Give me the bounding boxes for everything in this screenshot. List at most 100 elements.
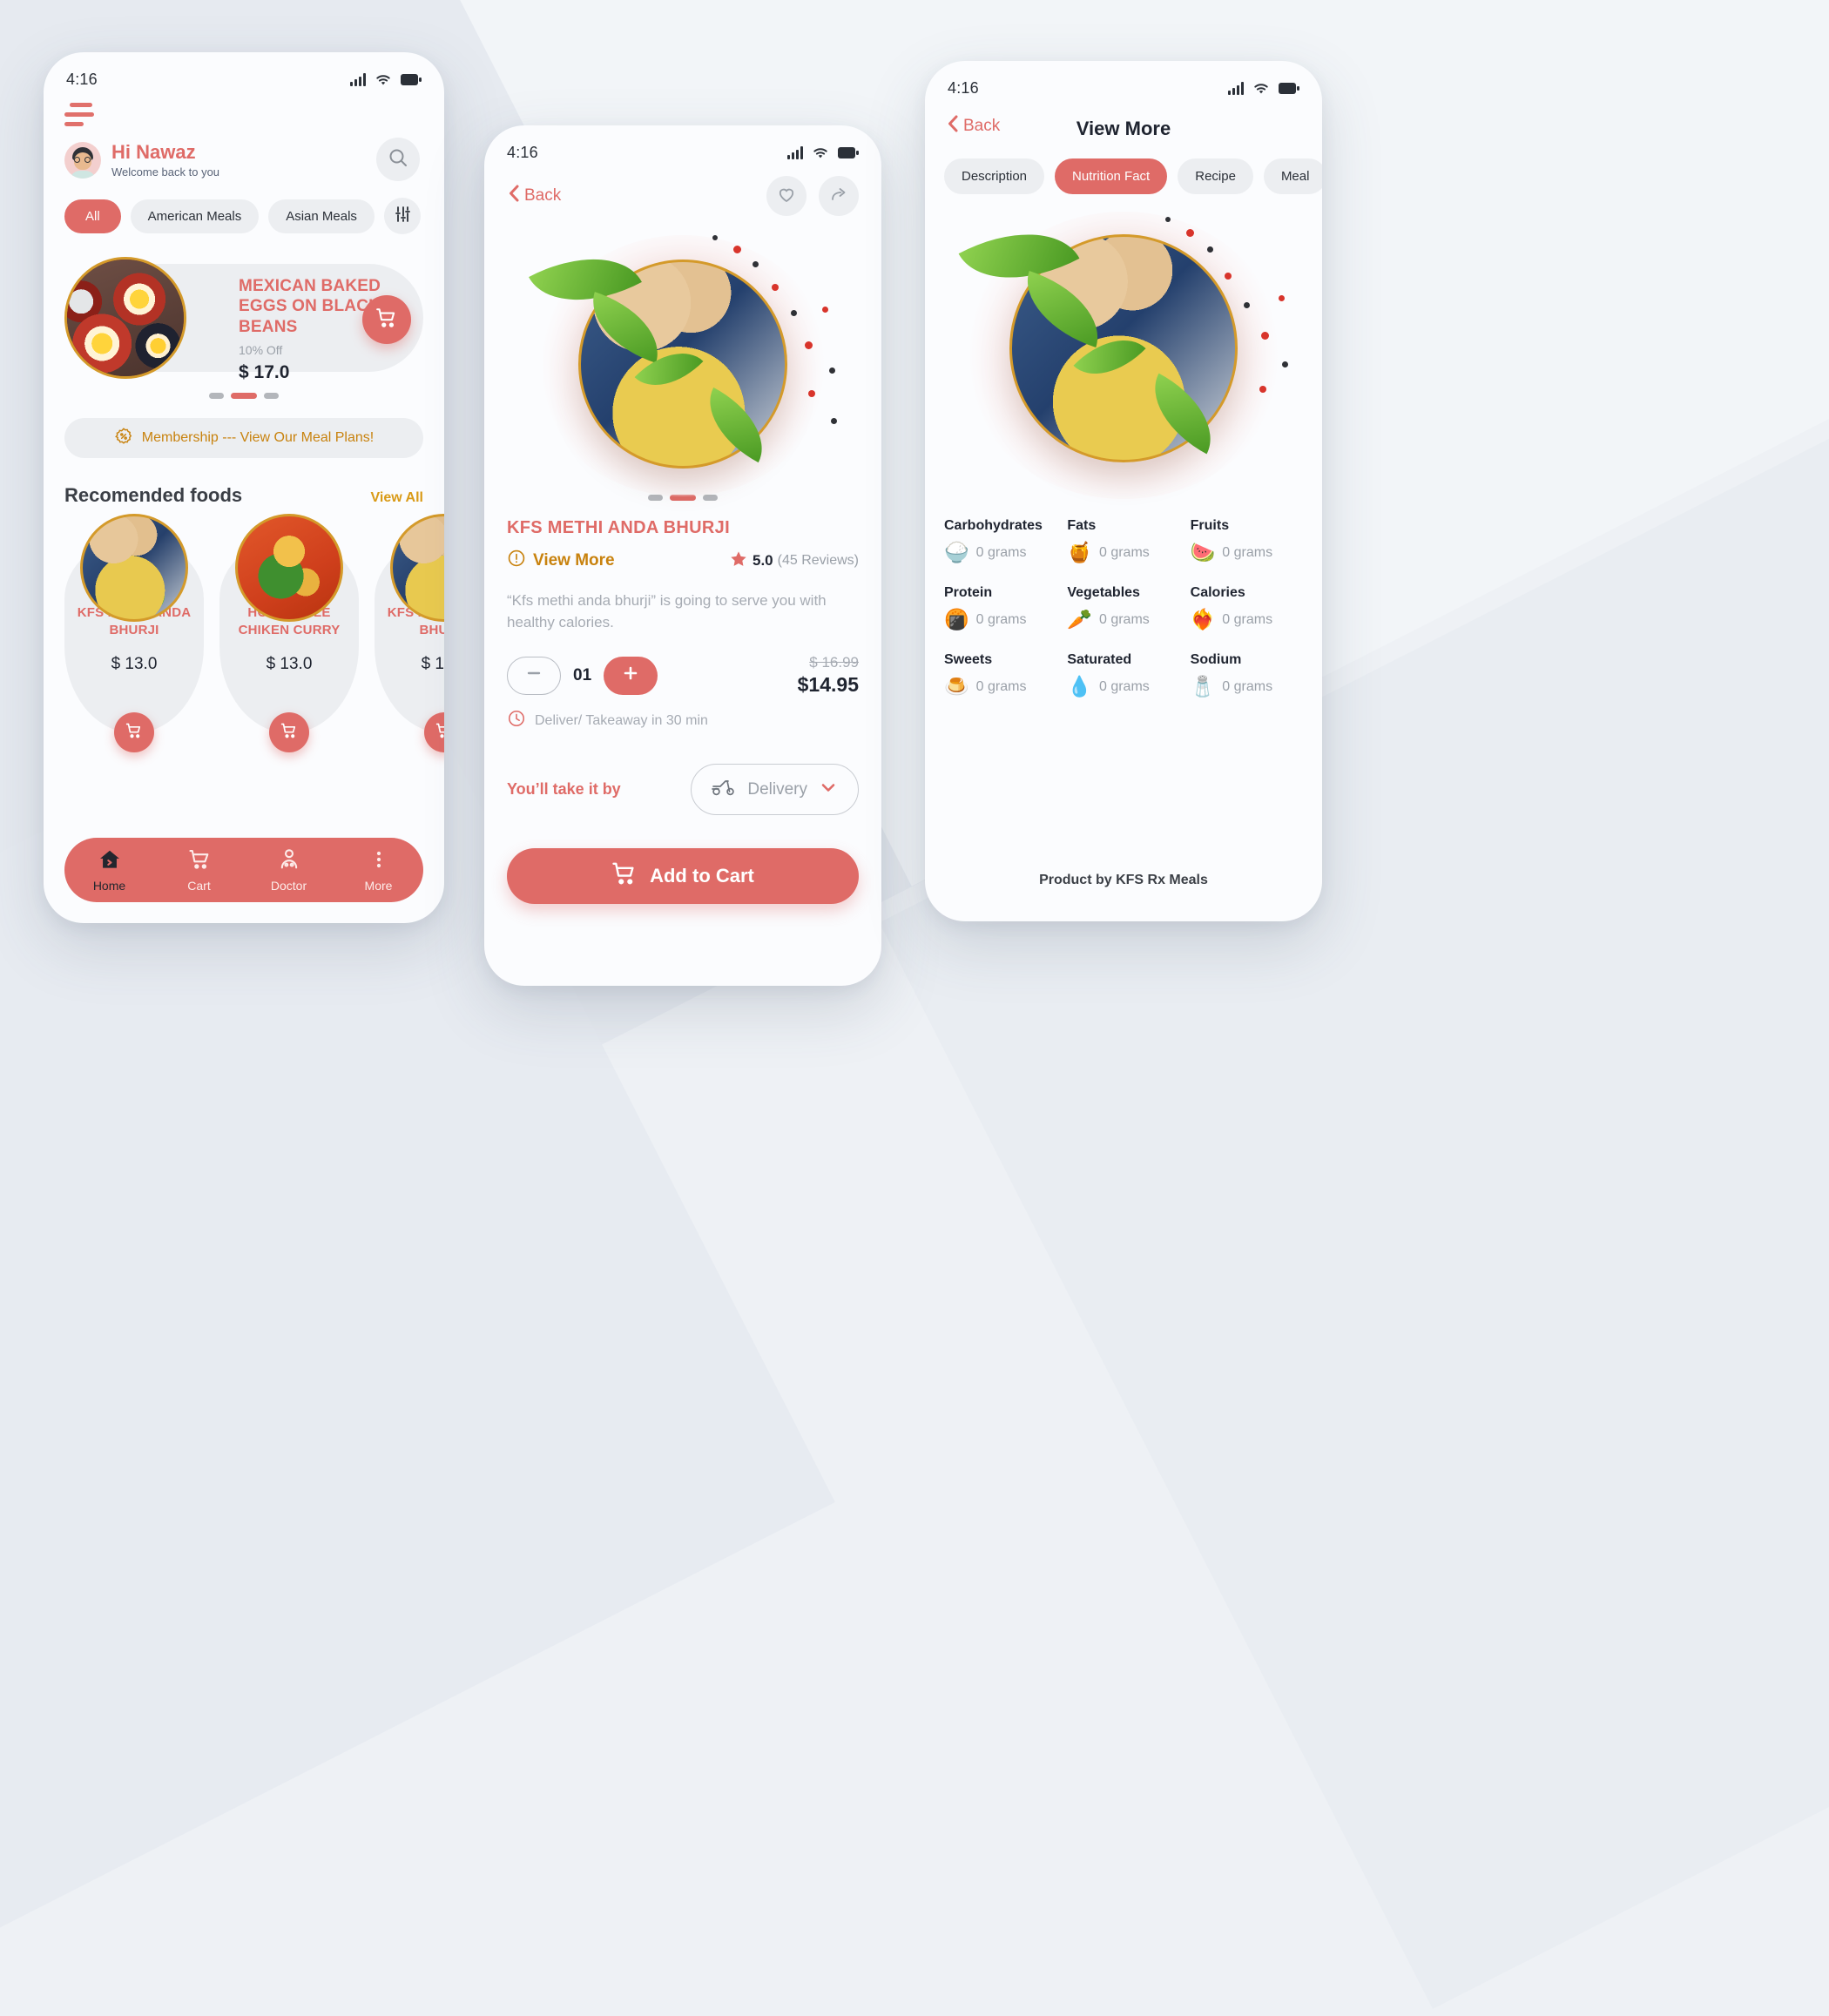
delivery-method-select[interactable]: Delivery (691, 764, 859, 816)
info-circle-icon (507, 549, 526, 573)
hamburger-menu-icon[interactable] (64, 103, 99, 126)
view-more-tabs: Description Nutrition Fact Recipe Meal (925, 145, 1322, 194)
back-button[interactable]: Back (946, 113, 1000, 139)
phone-home-screen: 4:16 Hi Nawaz Welcome back to you All Am… (44, 52, 444, 923)
decrease-quantity-button[interactable] (507, 656, 561, 695)
tab-home[interactable]: Home (64, 847, 154, 893)
nutrition-item: Calories ❤️‍🔥 0 grams (1191, 585, 1303, 630)
add-to-cart-button[interactable] (114, 712, 154, 753)
delivery-method-value: Delivery (747, 779, 807, 799)
vegetables-icon: 🥕 (1067, 608, 1092, 630)
scooter-icon (711, 777, 737, 802)
list-item[interactable]: KFS METHI ANDA BHURJI $ 13.0 (375, 514, 444, 753)
battery-icon (838, 146, 859, 158)
nutrition-value: 0 grams (1098, 678, 1150, 694)
bottom-tab-bar: Home Cart Doctor More (64, 838, 423, 902)
back-button[interactable]: Back (507, 183, 561, 209)
nutrition-item: Fruits 🍉 0 grams (1191, 518, 1303, 563)
tab-doctor[interactable]: Doctor (244, 847, 334, 893)
chip-all[interactable]: All (64, 199, 121, 233)
chevron-left-icon (946, 113, 960, 139)
add-to-cart-button[interactable]: Add to Cart (507, 848, 859, 905)
view-more-header: Back View More (925, 99, 1322, 145)
discount-badge-icon (114, 427, 133, 450)
list-item[interactable]: HOMESTYLE CHIKEN CURRY $ 13.0 (219, 514, 359, 753)
home-icon (98, 847, 122, 876)
tab-label: Cart (187, 879, 211, 893)
share-icon (828, 184, 849, 209)
chip-asian-meals[interactable]: Asian Meals (268, 199, 375, 233)
tab-nutrition-fact[interactable]: Nutrition Fact (1055, 158, 1168, 194)
share-button[interactable] (819, 176, 859, 216)
tab-cart[interactable]: Cart (154, 847, 244, 893)
battery-icon (1279, 82, 1299, 94)
nutrition-label: Sodium (1190, 652, 1242, 667)
recommended-section-header: Recomended foods View All (64, 484, 423, 507)
search-icon (388, 147, 408, 172)
calories-heart-fire-icon: ❤️‍🔥 (1190, 608, 1216, 630)
promo-add-to-cart-button[interactable] (362, 295, 411, 345)
filter-button[interactable] (383, 198, 421, 235)
nutrition-item: Fats 🍯 0 grams (1067, 518, 1179, 563)
tab-recipe[interactable]: Recipe (1178, 158, 1253, 194)
nutrition-label: Sweets (944, 652, 993, 667)
take-it-by-label: You’ll take it by (507, 780, 621, 799)
delivery-note: Deliver/ Takeaway in 30 min (507, 709, 859, 732)
chip-american-meals[interactable]: American Meals (130, 199, 260, 233)
star-icon (729, 550, 748, 573)
price-block: $ 16.99 $14.95 (798, 654, 859, 697)
nutrition-item: Sodium 🧂 0 grams (1191, 652, 1303, 697)
protein-icon: 🍘 (944, 608, 969, 630)
search-button[interactable] (376, 138, 420, 181)
status-icons (787, 145, 859, 159)
nutrition-item: Sweets 🍮 0 grams (944, 652, 1056, 697)
membership-banner[interactable]: Membership --- View Our Meal Plans! (64, 418, 423, 459)
food-price: $ 13.0 (111, 654, 158, 673)
view-more-link[interactable]: View More (507, 549, 615, 573)
signal-icon (350, 72, 366, 86)
tab-meal[interactable]: Meal (1263, 158, 1322, 194)
greeting-name: Hi Nawaz (111, 141, 196, 163)
clock-icon (507, 709, 526, 732)
avatar (64, 142, 101, 179)
nutrition-item: Carbohydrates 🍚 0 grams (944, 518, 1056, 563)
view-all-link[interactable]: View All (371, 490, 423, 506)
more-dots-icon (367, 847, 391, 876)
membership-label: Membership --- View Our Meal Plans! (141, 430, 375, 446)
add-to-cart-button[interactable] (269, 712, 309, 753)
increase-quantity-button[interactable] (604, 656, 658, 695)
list-item[interactable]: KFS METHI ANDA BHURJI $ 13.0 (64, 514, 204, 753)
greeting-subtitle: Welcome back to you (111, 165, 220, 179)
status-icons (350, 72, 422, 86)
nutrition-value: 0 grams (1098, 544, 1150, 560)
status-time: 4:16 (66, 70, 98, 88)
page-title: Recomended foods (64, 484, 243, 507)
filter-sliders-icon (393, 205, 412, 228)
wifi-icon (375, 73, 392, 86)
tab-description[interactable]: Description (944, 158, 1045, 194)
battery-icon (401, 73, 422, 85)
detail-header: Back (484, 164, 881, 216)
promo-discount: 10% Off (239, 342, 283, 357)
view-more-hero-image (925, 199, 1322, 513)
status-bar: 4:16 (44, 52, 444, 91)
minus-icon (523, 663, 544, 688)
nutrition-value: 0 grams (975, 678, 1027, 694)
tab-more[interactable]: More (334, 847, 423, 893)
quantity-stepper: 01 (507, 656, 658, 695)
status-time: 4:16 (948, 78, 979, 97)
promo-banner[interactable]: MEXICAN BAKED EGGS ON BLACK BEANS 10% Of… (64, 257, 423, 382)
nutrition-value: 0 grams (1222, 544, 1273, 560)
nutrition-label: Calories (1190, 585, 1245, 600)
food-image (235, 514, 343, 623)
recommended-foods-list: KFS METHI ANDA BHURJI $ 13.0 HOMESTYLE C… (64, 514, 444, 753)
heart-icon (776, 184, 797, 209)
favorite-button[interactable] (766, 176, 807, 216)
status-time: 4:16 (507, 143, 538, 161)
status-icons (1228, 81, 1299, 95)
carousel-dots[interactable] (64, 393, 423, 400)
back-label: Back (524, 186, 562, 205)
footer-text: Product by KFS Rx Meals (1039, 873, 1208, 887)
shopping-cart-icon (280, 722, 298, 744)
promo-price: $ 17.0 (239, 361, 290, 382)
